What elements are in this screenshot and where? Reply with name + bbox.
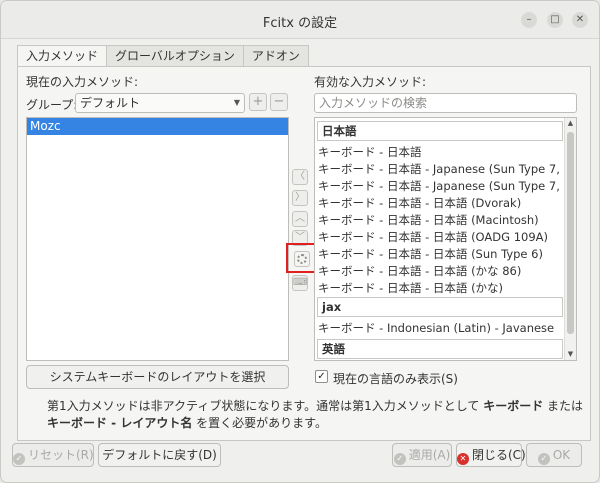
info-text-bold: キーボード - レイアウト名 (47, 416, 193, 430)
close-icon: ✕ (575, 14, 585, 25)
fcitx-settings-window: Fcitx の設定 – □ ✕ 入力メソッド グローバルオプション アドオン 現… (0, 0, 600, 483)
reset-button-label: リセット(R) (28, 448, 94, 462)
minimize-button[interactable]: – (521, 12, 537, 28)
maximize-button[interactable]: □ (547, 12, 563, 28)
info-text-part: または (543, 399, 584, 413)
available-input-method-list: 日本語 キーボード - 日本語 キーボード - 日本語 - Japanese (… (314, 117, 577, 361)
restore-default-button-label: デフォルトに戻す(D) (102, 448, 217, 462)
tab-input-method[interactable]: 入力メソッド (17, 45, 108, 68)
info-text: 第1入力メソッドは非アクティブ状態になります。通常は第1入力メソッドとして キー… (47, 398, 587, 432)
select-system-keyboard-layout-button[interactable]: システムキーボードのレイアウトを選択 (26, 365, 289, 389)
move-right-button[interactable]: 〉 (292, 190, 308, 206)
tab-bar: 入力メソッド グローバルオプション アドオン (17, 45, 309, 68)
list-item[interactable]: キーボード - Indonesian (Latin) - Javanese (318, 320, 564, 337)
list-item[interactable]: キーボード - 日本語 - Japanese (Sun Type 7, Sun-… (318, 178, 564, 195)
ok-check-icon: ✓ (537, 453, 550, 465)
keyboard-layout-button[interactable]: ⌨ (292, 275, 308, 291)
check-icon: ✓ (393, 453, 406, 465)
tab-addons[interactable]: アドオン (242, 45, 309, 67)
minimize-icon: – (526, 14, 532, 25)
group-header-japanese: 日本語 (317, 121, 563, 141)
close-circle-icon: ✕ (457, 453, 469, 465)
list-item[interactable]: キーボード - 日本語 - 日本語 (Dvorak) (318, 195, 564, 212)
move-left-button[interactable]: 〈 (292, 169, 308, 185)
remove-group-button[interactable]: − (270, 93, 288, 111)
configure-button[interactable] (294, 251, 310, 267)
gear-icon (297, 254, 307, 264)
only-current-language-checkbox[interactable]: ✓ (315, 370, 328, 383)
list-item[interactable]: キーボード - 日本語 - 日本語 (かな) (318, 280, 564, 297)
tab-global-options[interactable]: グローバルオプション (106, 45, 244, 67)
vertical-scrollbar[interactable]: ▲ ▼ (564, 118, 576, 360)
list-item[interactable]: キーボード - 日本語 - Japanese (Sun Type 7, PC-c… (318, 161, 564, 178)
ok-button[interactable]: ✓ OK (526, 443, 582, 467)
only-current-language-label[interactable]: 現在の言語のみ表示(S) (333, 370, 458, 387)
apply-button[interactable]: ✓ 適用(A) (392, 443, 452, 467)
scroll-thumb[interactable] (567, 132, 574, 334)
close-window-button[interactable]: ✕ (572, 12, 588, 28)
search-input[interactable] (314, 93, 577, 113)
group-header-english: 英語 (317, 339, 563, 359)
reset-button[interactable]: ✓ リセット(R) (12, 443, 94, 467)
list-item[interactable]: キーボード - 日本語 - 日本語 (Macintosh) (318, 212, 564, 229)
window-title: Fcitx の設定 (262, 16, 338, 31)
scroll-down-icon[interactable]: ▼ (565, 349, 576, 360)
maximize-icon: □ (550, 14, 560, 25)
group-header-jax: jax (317, 297, 563, 317)
restore-default-button[interactable]: デフォルトに戻す(D) (98, 443, 221, 467)
current-input-method-label: 現在の入力メソッド: (26, 75, 139, 89)
keyboard-icon: ⌨ (293, 277, 308, 288)
reset-icon: ✓ (13, 453, 25, 465)
list-item[interactable]: キーボード - 日本語 - 日本語 (OADG 109A) (318, 229, 564, 246)
list-item[interactable]: キーボード - 日本語 (318, 144, 564, 161)
scroll-up-icon[interactable]: ▲ (565, 118, 576, 129)
group-select-value: デフォルト (80, 96, 141, 110)
info-text-bold: キーボード (483, 399, 544, 413)
add-group-button[interactable]: + (249, 93, 267, 111)
list-item[interactable]: Mozc (27, 118, 288, 135)
available-input-method-label: 有効な入力メソッド: (314, 75, 427, 89)
apply-button-label: 適用(A) (408, 448, 451, 462)
chevron-down-icon: ▼ (233, 98, 240, 107)
list-item[interactable]: キーボード - 日本語 - 日本語 (Sun Type 6) (318, 246, 564, 263)
configure-highlight (286, 243, 316, 273)
close-button[interactable]: ✕ 閉じる(C) (456, 443, 526, 467)
group-select[interactable]: デフォルト ▼ (75, 93, 245, 113)
group-label: グループ: (26, 98, 78, 112)
title-bar: Fcitx の設定 – □ ✕ (1, 1, 599, 39)
close-button-label: 閉じる(C) (472, 448, 526, 462)
info-text-part: 第1入力メソッドは非アクティブ状態になります。通常は第1入力メソッドとして (47, 399, 484, 413)
current-input-method-list: Mozc (26, 117, 289, 361)
ok-button-label: OK (552, 448, 571, 462)
move-up-button[interactable]: ︿ (292, 211, 308, 227)
info-text-part: を置く必要があります。 (192, 416, 327, 430)
list-item[interactable]: キーボード - 日本語 - 日本語 (かな 86) (318, 263, 564, 280)
